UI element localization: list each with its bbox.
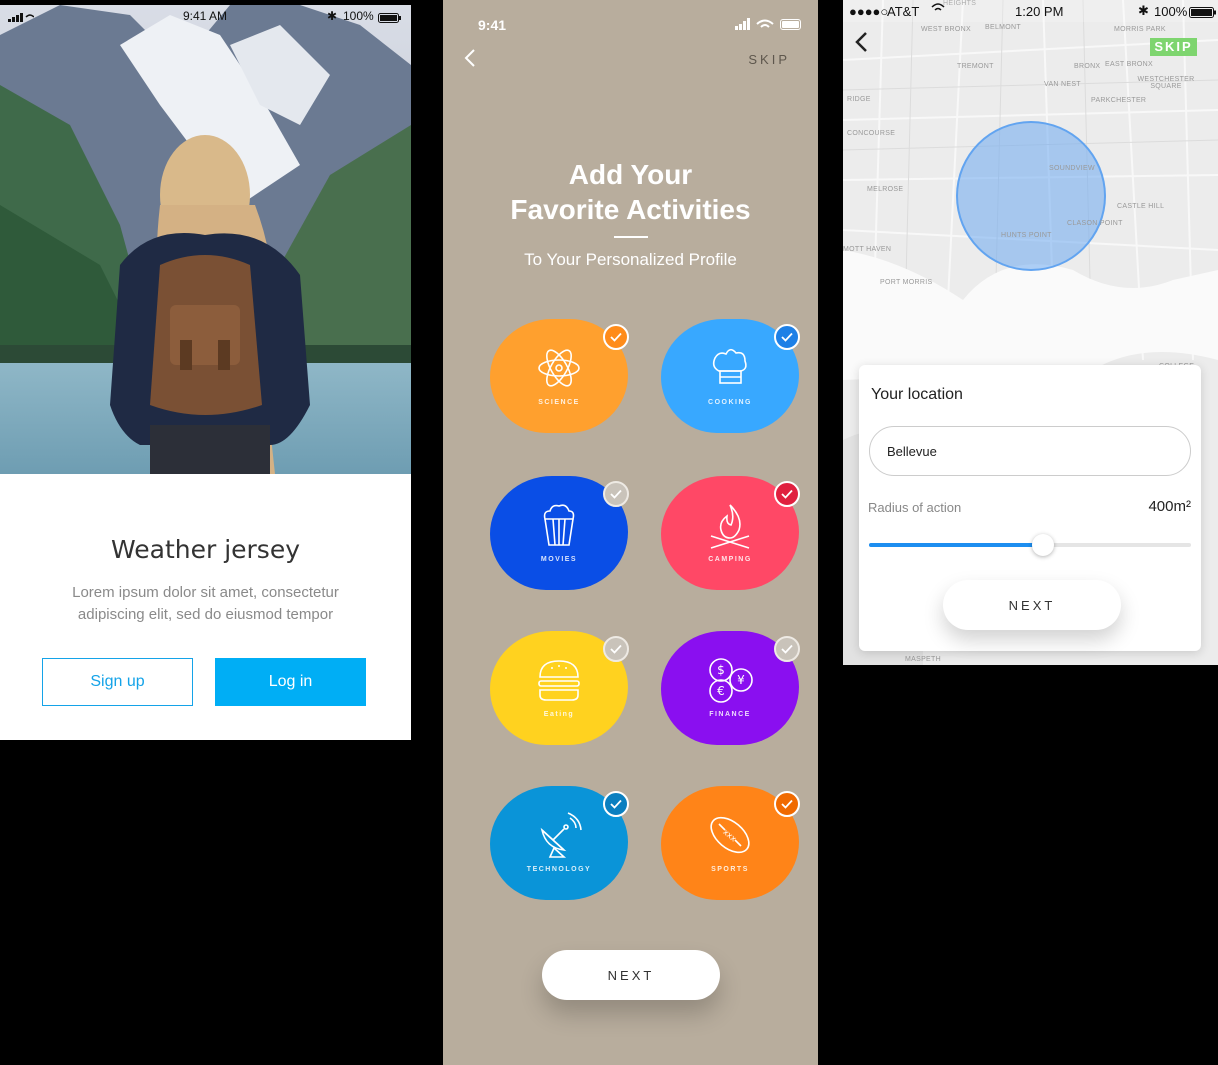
location-screen: WEST BRONX BELMONT MORRIS PARK TREMONT B… <box>843 0 1218 665</box>
map-label: CASTLE HILL <box>1117 203 1165 210</box>
slider-fill <box>869 543 1043 547</box>
map-label: MOTT HAVEN <box>843 246 892 253</box>
next-button[interactable]: NEXT <box>542 950 720 1000</box>
carrier: AT&T <box>887 4 920 19</box>
map-label: TREMONT <box>957 63 994 70</box>
wifi-icon <box>931 2 945 17</box>
popcorn-icon <box>543 504 575 546</box>
status-icons <box>735 17 803 33</box>
activity-label: MOVIES <box>540 556 578 563</box>
battery-text: 100% <box>1154 4 1188 19</box>
activity-science[interactable]: SCIENCE <box>490 319 629 433</box>
map-label: HUNTS POINT <box>1001 232 1052 239</box>
battery-icon <box>1189 6 1217 21</box>
activity-label: CAMPING <box>708 556 752 563</box>
map-label: BELMONT <box>985 24 1021 31</box>
map-label: CONCOURSE <box>847 130 896 137</box>
map-label: PORT MORRIS <box>880 279 933 286</box>
activity-technology[interactable]: TECHNOLOGY <box>490 786 629 900</box>
page-title: Add Your Favorite Activities <box>510 159 751 225</box>
battery-icon <box>378 12 402 26</box>
skip-button[interactable]: SKIP <box>1150 38 1197 56</box>
activity-movies[interactable]: MOVIES <box>490 476 629 590</box>
skip-button[interactable]: SKIP <box>748 52 790 67</box>
signal-dots-icon: ●●●●○ <box>849 4 889 19</box>
radius-value: 400m² <box>1148 498 1191 515</box>
map-label: RIDGE <box>847 96 871 103</box>
map-label: MORRIS PARK <box>1114 26 1166 33</box>
svg-text:$: $ <box>717 663 725 677</box>
map-label: CLASON POINT <box>1067 220 1123 227</box>
check-icon <box>774 791 800 817</box>
check-icon <box>774 636 800 662</box>
check-icon <box>603 636 629 662</box>
status-bar: ●●●●○ AT&T 1:20 PM ✱ 100% <box>843 0 1218 22</box>
map-label: SOUNDVIEW <box>1049 165 1095 172</box>
radius-label: Radius of action <box>868 500 962 515</box>
activity-label: Eating <box>543 711 575 718</box>
activity-label: FINANCE <box>709 711 751 718</box>
login-button[interactable]: Log in <box>215 658 366 706</box>
map-label: WESTCHESTER SQUARE <box>1137 76 1195 90</box>
map-label: BRONX <box>1074 63 1101 70</box>
page-title: Weather jersey <box>110 535 300 564</box>
radius-circle[interactable] <box>956 121 1106 271</box>
activities-screen: 9:41 SKIP Add Your Favorite Activities T… <box>443 0 818 1065</box>
back-icon[interactable] <box>463 48 477 73</box>
status-bar: 9:41 <box>443 0 818 33</box>
check-icon <box>774 481 800 507</box>
divider <box>614 236 648 238</box>
activity-cooking[interactable]: COOKING <box>661 319 800 433</box>
battery-text: 100% <box>343 9 374 23</box>
activity-label: COOKING <box>708 399 752 406</box>
activity-label: SCIENCE <box>538 399 580 406</box>
location-card: Your location Bellevue Radius of action … <box>859 365 1201 651</box>
signal-icon <box>8 11 35 25</box>
status-time: 9:41 AM <box>183 9 228 23</box>
map-label: VAN NEST <box>1044 81 1081 88</box>
location-input[interactable]: Bellevue <box>869 426 1191 476</box>
status-time: 9:41 <box>478 17 507 33</box>
back-icon[interactable] <box>853 30 869 59</box>
slider-thumb[interactable] <box>1031 534 1054 556</box>
currency-icon: $ ¥ € <box>709 658 753 703</box>
map-label: MELROSE <box>867 186 904 193</box>
activity-sports[interactable]: xxx SPORTS <box>661 786 800 900</box>
card-title: Your location <box>871 386 963 403</box>
bluetooth-icon: ✱ <box>1138 3 1149 18</box>
map-label: WEST BRONX <box>921 26 971 33</box>
activity-label: SPORTS <box>711 866 749 873</box>
status-time: 1:20 PM <box>1015 4 1064 19</box>
svg-text:¥: ¥ <box>737 673 745 687</box>
subtitle: To Your Personalized Profile <box>524 250 737 269</box>
check-icon <box>603 481 629 507</box>
svg-text:€: € <box>717 684 725 698</box>
next-button[interactable]: NEXT <box>943 580 1121 630</box>
check-icon <box>603 324 629 350</box>
campfire-icon <box>710 504 750 549</box>
bluetooth-icon: ✱ <box>327 9 338 23</box>
activity-label: TECHNOLOGY <box>526 866 592 873</box>
map-label: EAST BRONX <box>1105 61 1153 68</box>
welcome-screen: 9:41 AM ✱ 100% Weather jersey Lorem ipsu… <box>0 5 411 740</box>
burger-icon <box>538 660 580 701</box>
check-icon <box>603 791 629 817</box>
activity-finance[interactable]: $ ¥ € FINANCE <box>661 631 800 745</box>
activity-camping[interactable]: CAMPING <box>661 476 800 590</box>
satellite-dish-icon <box>540 812 582 858</box>
chef-hat-icon <box>712 348 747 384</box>
description: Lorem ipsum dolor sit amet, consectetur … <box>72 584 339 623</box>
status-bar: 9:41 AM ✱ 100% <box>0 5 411 27</box>
map-label: PARKCHESTER <box>1091 97 1147 104</box>
atom-icon <box>538 349 580 387</box>
check-icon <box>774 324 800 350</box>
hero-photo <box>0 5 411 474</box>
radius-slider[interactable] <box>869 534 1191 556</box>
football-icon: xxx <box>710 816 750 854</box>
signup-button[interactable]: Sign up <box>42 658 193 706</box>
activity-eating[interactable]: Eating <box>490 631 629 745</box>
map-label: MASPETH <box>905 656 941 663</box>
